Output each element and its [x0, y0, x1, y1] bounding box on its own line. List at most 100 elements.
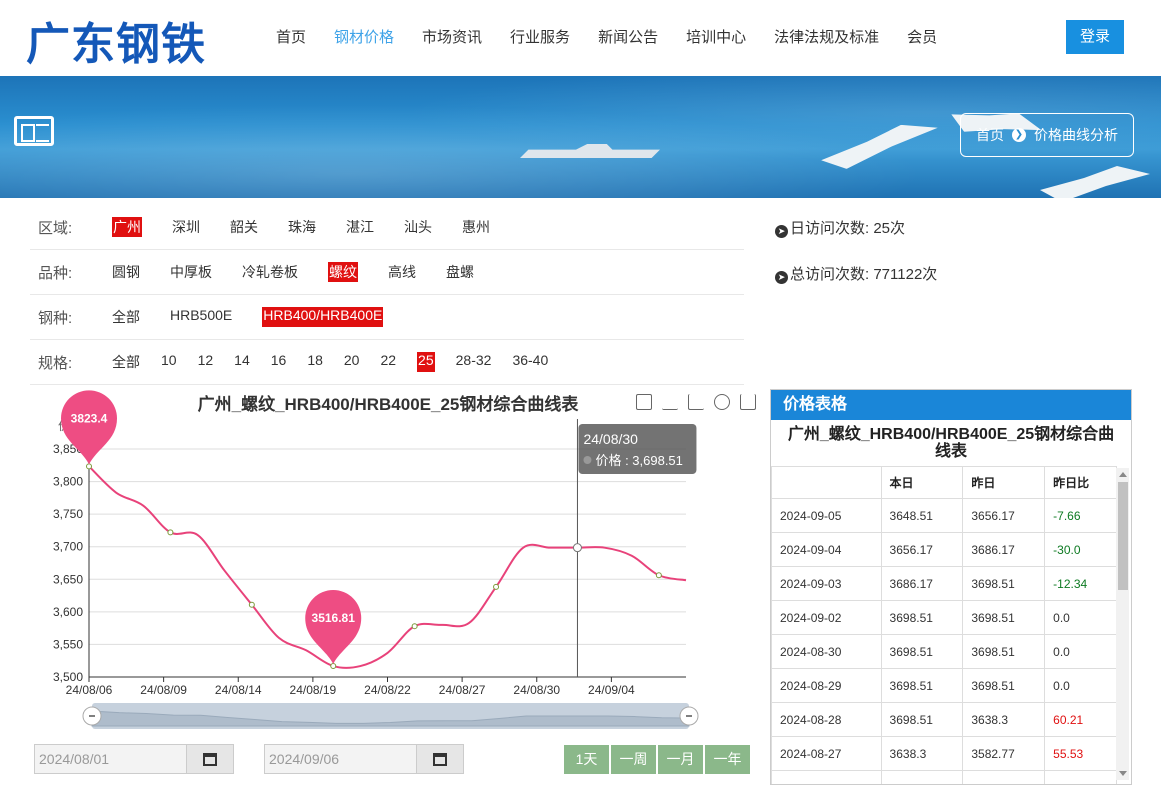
filter-option[interactable]: HRB500E	[170, 307, 232, 327]
filter-variety: 品种: 圆钢 中厚板 冷轧卷板 螺纹 高线 盘螺	[30, 250, 744, 295]
filter-option[interactable]: 螺纹	[328, 262, 358, 282]
data-point[interactable]	[248, 601, 255, 608]
table-cell: 3698.51	[880, 702, 964, 737]
data-point[interactable]	[86, 463, 92, 470]
data-point[interactable]	[411, 623, 418, 630]
column-header: 昨日	[962, 466, 1046, 499]
bar-chart-icon[interactable]	[688, 394, 704, 410]
filter-option[interactable]: 珠海	[288, 217, 316, 237]
filter-option[interactable]: 25	[417, 352, 435, 372]
table-cell: 3698.51	[880, 634, 964, 669]
table-row: 2024-08-27 3638.3 3582.77 55.53	[771, 736, 1117, 771]
filter-option[interactable]: 韶关	[230, 217, 258, 237]
filter-option[interactable]: 12	[198, 352, 214, 372]
y-tick-label: 3,700	[53, 540, 83, 554]
y-tick-label: 3,800	[53, 475, 83, 489]
end-date-calendar-button[interactable]	[416, 744, 464, 774]
table-row: 2024-09-05 3648.51 3656.17 -7.66	[771, 498, 1117, 533]
table-cell: -30.0	[1044, 532, 1117, 567]
tooltip-date: 24/08/30	[583, 431, 638, 447]
filter-label: 规格:	[38, 354, 73, 372]
arrow-circle-right-icon: ➤	[775, 271, 788, 284]
x-tick-label: 24/08/27	[439, 683, 486, 697]
range-button[interactable]: 一月	[658, 745, 705, 774]
filter-option[interactable]: 深圳	[172, 217, 200, 237]
nav-item[interactable]: 首页	[262, 26, 320, 47]
daily-visits-label: 日访问次数:	[790, 220, 870, 237]
filter-option[interactable]: 22	[380, 352, 396, 372]
range-button[interactable]: 一周	[611, 745, 658, 774]
table-cell	[1044, 770, 1117, 784]
scroll-thumb[interactable]	[1118, 482, 1128, 590]
filter-option[interactable]: 14	[234, 352, 250, 372]
scroll-up-icon[interactable]	[1119, 472, 1127, 477]
download-icon[interactable]	[740, 394, 756, 410]
filter-option[interactable]: 全部	[112, 352, 140, 372]
filter-option[interactable]: 18	[307, 352, 323, 372]
total-visits-label: 总访问次数:	[790, 266, 870, 283]
filter-option[interactable]: 冷轧卷板	[242, 262, 298, 282]
filter-label: 品种:	[38, 264, 73, 282]
calendar-icon	[203, 753, 217, 766]
scroll-down-icon[interactable]	[1119, 771, 1127, 776]
x-tick-label: 24/08/09	[140, 683, 187, 697]
table-row: 2024-08-28 3698.51 3638.3 60.21	[771, 702, 1117, 737]
filter-option[interactable]: 汕头	[404, 217, 432, 237]
filter-option[interactable]: 圆钢	[112, 262, 140, 282]
table-cell	[771, 770, 882, 784]
price-table-panel: 价格表格 广州_螺纹_HRB400/HRB400E_25钢材综合曲线表 本日 昨日…	[770, 389, 1132, 785]
nav-item[interactable]: 行业服务	[496, 26, 584, 47]
login-button[interactable]: 登录	[1066, 20, 1124, 54]
range-button[interactable]: 一年	[705, 745, 752, 774]
table-cell: 2024-09-02	[771, 600, 882, 635]
newspaper-icon	[14, 116, 54, 146]
refresh-icon[interactable]	[714, 394, 730, 410]
data-point[interactable]	[493, 583, 500, 590]
table-cell: 2024-09-04	[771, 532, 882, 567]
breadcrumb-home[interactable]: 首页	[976, 125, 1004, 145]
nav-item[interactable]: 市场资讯	[408, 26, 496, 47]
nav-item[interactable]: 法律法规及标准	[760, 26, 893, 47]
filter-option[interactable]: HRB400/HRB400E	[262, 307, 384, 327]
filter-option[interactable]: 惠州	[462, 217, 490, 237]
filter-option[interactable]: 10	[161, 352, 177, 372]
filter-option[interactable]: 28-32	[456, 352, 492, 372]
filter-option[interactable]: 湛江	[346, 217, 374, 237]
site-logo[interactable]: 广东钢铁	[26, 8, 206, 72]
table-scrollbar[interactable]	[1116, 468, 1129, 780]
table-cell: 3698.51	[962, 600, 1046, 635]
table-row: 2024-08-29 3698.51 3698.51 0.0	[771, 668, 1117, 703]
nav-item[interactable]: 培训中心	[672, 26, 760, 47]
table-cell	[962, 770, 1046, 784]
range-button[interactable]: 1天	[564, 745, 611, 774]
nav-item[interactable]: 新闻公告	[584, 26, 672, 47]
data-point[interactable]	[330, 663, 337, 670]
table-cell: 3698.51	[962, 668, 1046, 703]
filter-option[interactable]: 广州	[112, 217, 142, 237]
breadcrumb-current: 价格曲线分析	[1034, 127, 1118, 143]
data-point[interactable]	[655, 572, 662, 579]
y-tick-label: 3,550	[53, 637, 83, 651]
filter-option[interactable]: 20	[344, 352, 360, 372]
nav-item[interactable]: 钢材价格	[320, 26, 408, 47]
price-table: 本日 昨日 昨日比 2024-09-05 3648.51 3656.17 -7.66 202…	[771, 466, 1117, 784]
pin-label: 3516.81	[312, 611, 356, 625]
series-line	[88, 465, 687, 669]
filter-option[interactable]: 中厚板	[170, 262, 212, 282]
filter-option[interactable]: 36-40	[512, 352, 548, 372]
filter-option[interactable]: 高线	[388, 262, 416, 282]
nav-item[interactable]: 会员	[893, 26, 951, 47]
filter-option[interactable]: 16	[271, 352, 287, 372]
chart-canvas[interactable]: 3,5003,5503,6003,6503,7003,7503,8003,850…	[30, 388, 760, 733]
line-chart-icon[interactable]	[662, 394, 678, 410]
filter-region: 区域: 广州 深圳 韶关 珠海 湛江 汕头 惠州	[30, 205, 744, 250]
start-date-calendar-button[interactable]	[186, 744, 234, 774]
data-point[interactable]	[167, 529, 174, 536]
filter-label: 区域:	[38, 219, 73, 237]
filter-option[interactable]: 盘螺	[446, 262, 474, 282]
filter-option[interactable]: 全部	[112, 307, 140, 327]
data-view-icon[interactable]	[636, 394, 652, 410]
table-cell: 0.0	[1044, 600, 1117, 635]
main-nav: 首页 钢材价格 市场资讯 行业服务 新闻公告 培训中心 法律法规及标准 会员	[262, 26, 951, 47]
table-row: 2024-09-03 3686.17 3698.51 -12.34	[771, 566, 1117, 601]
